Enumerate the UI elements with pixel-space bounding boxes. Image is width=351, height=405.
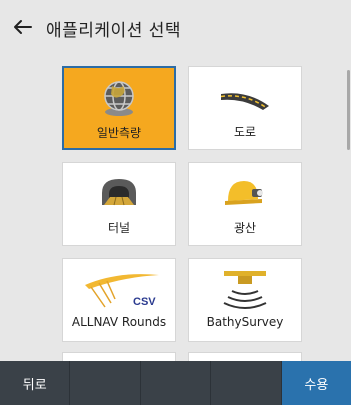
tile-label: BathySurvey bbox=[206, 315, 284, 329]
footer-empty-slot-1 bbox=[70, 361, 141, 405]
back-button[interactable]: 뒤로 bbox=[0, 361, 71, 405]
tile-mining[interactable]: 광산 bbox=[188, 162, 302, 246]
footer-empty-slot-3 bbox=[211, 361, 282, 405]
tile-label: ALLNAV Rounds bbox=[71, 315, 167, 329]
allnav-csv-icon: CSV bbox=[63, 265, 175, 313]
tile-allnav-rounds[interactable]: CSV ALLNAV Rounds bbox=[62, 258, 176, 342]
scrollbar-thumb[interactable] bbox=[347, 70, 350, 150]
tile-label: 터널 bbox=[107, 221, 131, 235]
page-title: 애플리케이션 선택 bbox=[46, 20, 182, 41]
back-arrow-button[interactable] bbox=[0, 0, 46, 56]
arrow-left-icon bbox=[13, 16, 33, 40]
road-icon bbox=[189, 73, 301, 121]
tile-road[interactable]: 도로 bbox=[188, 66, 302, 150]
footer-empty-slot-2 bbox=[141, 361, 212, 405]
tunnel-icon bbox=[63, 169, 175, 217]
tile-label: 광산 bbox=[233, 221, 257, 235]
tile-tunnel[interactable]: 터널 bbox=[62, 162, 176, 246]
tile-label: 일반측량 bbox=[96, 126, 142, 140]
accept-button[interactable]: 수용 bbox=[281, 361, 351, 405]
application-grid: 일반측량 도로 터널 광산 CSV ALLNAV Rounds BathySur… bbox=[62, 66, 302, 342]
tile-general-survey[interactable]: 일반측량 bbox=[62, 66, 176, 150]
svg-text:CSV: CSV bbox=[133, 296, 156, 308]
tile-bathysurvey[interactable]: BathySurvey bbox=[188, 258, 302, 342]
bathy-sonar-icon bbox=[189, 265, 301, 313]
footer-bar: 뒤로 수용 bbox=[0, 361, 351, 405]
tile-label: 도로 bbox=[233, 125, 257, 139]
header-bar: 애플리케이션 선택 bbox=[0, 0, 351, 56]
globe-survey-icon bbox=[64, 74, 174, 122]
mining-helmet-icon bbox=[189, 169, 301, 217]
